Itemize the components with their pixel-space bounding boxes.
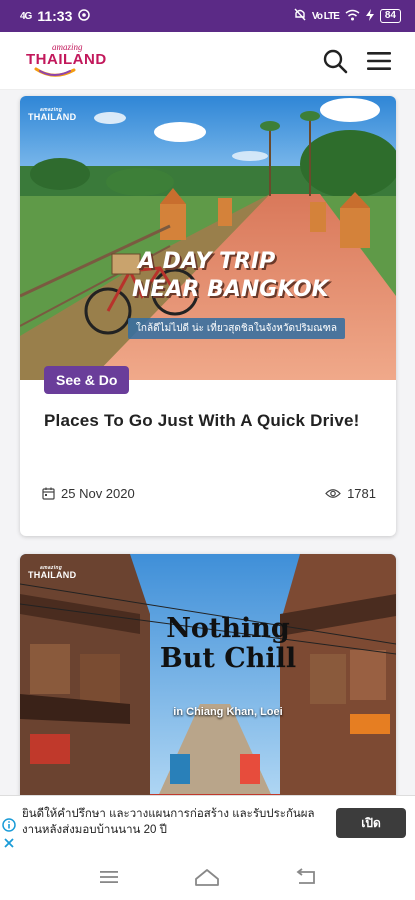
- mute-icon: [294, 8, 306, 24]
- charging-icon: [365, 8, 374, 24]
- sync-icon: [78, 8, 91, 24]
- status-time: 11:33: [37, 8, 73, 24]
- image-headline: A Day Trip Near Bangkok: [132, 248, 329, 304]
- date-text: 25 Nov 2020: [61, 486, 135, 501]
- article-card[interactable]: amazing THAILAND Nothing But Chill in Ch…: [20, 554, 396, 795]
- image-headline-line1: A Day Trip: [138, 249, 276, 274]
- ad-text[interactable]: ยินดีให้คำปรึกษา และวางแผนการก่อสร้าง แล…: [22, 806, 322, 838]
- logo-swoosh-icon: [34, 67, 76, 77]
- status-bar: 4G 11:33 Vo LTE 84: [0, 0, 415, 32]
- image-headline-line2: Near Bangkok: [132, 277, 329, 302]
- image-headline: Nothing But Chill: [159, 613, 297, 674]
- home-button[interactable]: [192, 865, 222, 889]
- calendar-icon: [42, 487, 55, 500]
- recent-apps-icon: [100, 870, 119, 883]
- article-views: 1781: [325, 486, 376, 501]
- article-feed[interactable]: amazing THAILAND A Day Trip Near Bangkok…: [0, 90, 415, 795]
- article-title[interactable]: Places To Go Just With A Quick Drive!: [44, 406, 374, 435]
- image-brand-watermark: amazing THAILAND: [28, 108, 76, 122]
- back-icon: [296, 867, 315, 884]
- chiang-khan-street-image: [20, 554, 396, 795]
- article-meta: 25 Nov 2020 1781: [42, 486, 376, 501]
- recent-apps-button[interactable]: [94, 865, 124, 889]
- image-brand-text: THAILAND: [28, 570, 77, 580]
- ad-open-button[interactable]: เปิด: [336, 808, 406, 838]
- ad-banner[interactable]: ยินดีให้คำปรึกษา และวางแผนการก่อสร้าง แล…: [0, 795, 415, 853]
- signal-indicator: 4G: [20, 10, 32, 22]
- volte-indicator: Vo LTE: [311, 10, 340, 22]
- search-icon: [323, 49, 348, 73]
- battery-indicator: 84: [379, 9, 401, 23]
- home-icon: [195, 868, 220, 886]
- app-header: amazing THAILAND: [0, 32, 415, 90]
- category-tag[interactable]: See & Do: [44, 366, 130, 394]
- search-button[interactable]: [321, 47, 349, 75]
- hamburger-menu-icon: [367, 51, 391, 70]
- article-image[interactable]: amazing THAILAND Nothing But Chill in Ch…: [20, 554, 396, 795]
- article-image[interactable]: amazing THAILAND A Day Trip Near Bangkok…: [20, 96, 396, 380]
- article-date: 25 Nov 2020: [42, 486, 135, 501]
- header-actions: [321, 47, 393, 75]
- status-left: 4G 11:33: [20, 8, 91, 24]
- image-thai-caption: ใกล้ดีไม่ไปดี น่ะ เที่ยวสุดชิลในจังหวัดป…: [128, 318, 345, 339]
- ad-close-icon[interactable]: [2, 836, 16, 850]
- eye-icon: [325, 489, 341, 498]
- status-right: Vo LTE 84: [294, 8, 401, 24]
- ad-icons: [2, 818, 16, 850]
- image-brand-watermark: amazing THAILAND: [28, 566, 76, 580]
- article-card[interactable]: amazing THAILAND A Day Trip Near Bangkok…: [20, 96, 396, 536]
- ad-info-icon[interactable]: [2, 818, 16, 832]
- image-brand-text: THAILAND: [28, 112, 77, 122]
- logo-big-text: THAILAND: [26, 50, 107, 68]
- wifi-icon: [345, 9, 360, 24]
- amazing-thailand-logo[interactable]: amazing THAILAND: [26, 42, 107, 79]
- system-nav-bar: [0, 853, 415, 900]
- back-button[interactable]: [291, 865, 321, 889]
- image-subheadline: in Chiang Khan, Loei: [173, 706, 283, 718]
- menu-button[interactable]: [365, 47, 393, 75]
- views-count: 1781: [347, 486, 376, 501]
